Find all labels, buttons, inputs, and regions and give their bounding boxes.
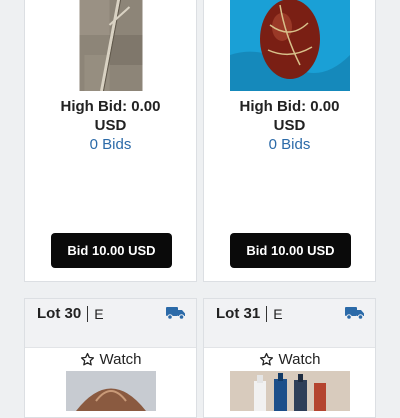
truck-icon[interactable] [345,306,365,325]
bids-count-link[interactable]: 0 Bids [25,136,196,153]
lot-card: Lot 30 E Watch [24,298,197,418]
lot-label: Lot 31 E [216,305,283,322]
watch-label: Watch [278,350,321,368]
bids-count-link[interactable]: 0 Bids [204,136,375,153]
bid-button[interactable]: Bid 10.00 USD [230,233,351,268]
watch-label: Watch [99,350,142,368]
truck-icon[interactable] [166,306,186,325]
high-bid-text: High Bid: 0.00 USD [239,98,340,134]
leather-item-image[interactable] [65,371,156,411]
bottles-image[interactable] [229,371,350,411]
star-icon [80,352,94,365]
painted-vase-image[interactable] [229,0,350,91]
lot-card: High Bid: 0.00 USD 0 Bids Bid 10.00 USD [24,0,197,282]
star-icon [259,352,273,365]
lot-header: Lot 31 E [204,299,375,348]
lot-number: Lot 31 [216,305,261,322]
divider [266,305,268,322]
lot-number: Lot 30 [37,305,82,322]
walking-stick-image[interactable] [79,0,142,91]
lot-card: High Bid: 0.00 USD 0 Bids Bid 10.00 USD [203,0,376,282]
lot-label: Lot 30 E [37,305,104,322]
high-bid-text: High Bid: 0.00 USD [60,98,161,134]
lot-code: E [273,305,283,322]
watch-button[interactable]: Watch [204,349,375,369]
bid-button[interactable]: Bid 10.00 USD [51,233,172,268]
divider [87,305,89,322]
watch-button[interactable]: Watch [25,349,196,369]
lot-card: Lot 31 E Watch [203,298,376,418]
lot-header: Lot 30 E [25,299,196,348]
lot-code: E [94,305,104,322]
